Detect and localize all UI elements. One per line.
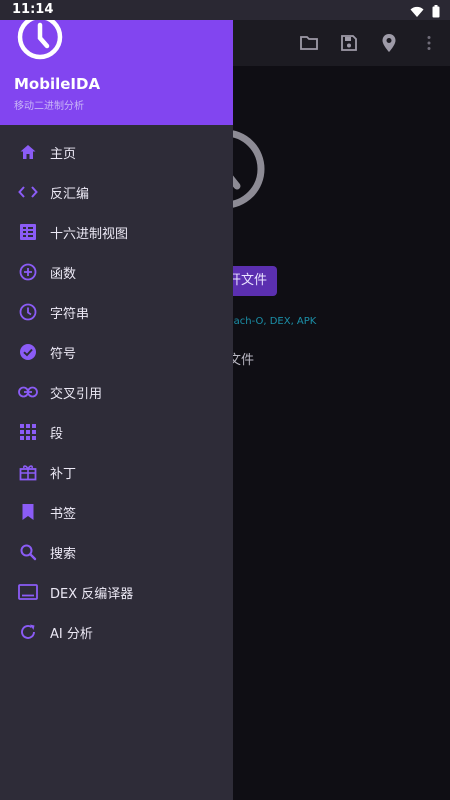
menu-item-hex-view[interactable]: 十六进制视图	[0, 212, 233, 252]
supported-formats-text: Mach-O, DEX, APK	[225, 316, 317, 327]
drawer-header: MobileIDA 移动二进制分析	[0, 14, 233, 125]
menu-item-label: 段	[50, 426, 64, 442]
menu-item-label: AI 分析	[50, 626, 93, 642]
menu-item-label: 书签	[50, 506, 77, 522]
menu-item-disassembly[interactable]: 反汇编	[0, 172, 233, 212]
folder-icon[interactable]	[298, 32, 320, 54]
status-icons	[410, 3, 440, 22]
check-circle-icon	[18, 342, 38, 362]
menu-item-label: 搜索	[50, 546, 77, 562]
code-icon	[18, 182, 38, 202]
menu-item-bookmarks[interactable]: 书签	[0, 492, 233, 532]
menu-item-symbols[interactable]: 符号	[0, 332, 233, 372]
home-icon	[18, 142, 38, 162]
menu-item-search[interactable]: 搜索	[0, 532, 233, 572]
grid-list-icon	[18, 222, 38, 242]
menu-item-dex-decompiler[interactable]: DEX 反编译器	[0, 572, 233, 612]
search-icon	[18, 542, 38, 562]
status-bar: 11:14	[0, 0, 450, 20]
menu-item-functions[interactable]: 函数	[0, 252, 233, 292]
menu-item-label: 反汇编	[50, 186, 90, 202]
menu-item-patches[interactable]: 补丁	[0, 452, 233, 492]
menu-item-xrefs[interactable]: 交叉引用	[0, 372, 233, 412]
apps-grid-icon	[18, 422, 38, 442]
menu-item-label: 补丁	[50, 466, 77, 482]
navigation-drawer: MobileIDA 移动二进制分析 主页 反汇编 十六进制视图 函数 字符串 符…	[0, 0, 233, 800]
laptop-icon	[18, 582, 38, 602]
more-vert-icon[interactable]	[418, 32, 440, 54]
status-time: 11:14	[12, 2, 54, 17]
gift-icon	[18, 462, 38, 482]
battery-icon	[432, 3, 440, 22]
link-icon	[18, 382, 38, 402]
menu-item-strings[interactable]: 字符串	[0, 292, 233, 332]
menu-item-label: 字符串	[50, 306, 90, 322]
drawer-menu: 主页 反汇编 十六进制视图 函数 字符串 符号 交叉引用 段 补丁 书签 搜索 …	[0, 132, 233, 652]
menu-item-label: 主页	[50, 146, 77, 162]
app-subtitle: 移动二进制分析	[14, 101, 84, 112]
app-name: MobileIDA	[14, 75, 101, 93]
menu-item-ai-analysis[interactable]: AI 分析	[0, 612, 233, 652]
clock-icon	[18, 302, 38, 322]
menu-item-label: 符号	[50, 346, 77, 362]
add-circle-icon	[18, 262, 38, 282]
menu-item-label: 函数	[50, 266, 77, 282]
toolbar-actions	[298, 32, 440, 54]
app-logo-icon	[14, 14, 66, 61]
wifi-icon	[410, 3, 424, 22]
menu-item-label: 交叉引用	[50, 386, 103, 402]
save-icon[interactable]	[338, 32, 360, 54]
menu-item-label: DEX 反编译器	[50, 586, 134, 602]
bookmark-icon	[18, 502, 38, 522]
menu-item-segments[interactable]: 段	[0, 412, 233, 452]
menu-item-label: 十六进制视图	[50, 226, 129, 242]
location-pin-icon[interactable]	[378, 32, 400, 54]
menu-item-home[interactable]: 主页	[0, 132, 233, 172]
refresh-icon	[18, 622, 38, 642]
